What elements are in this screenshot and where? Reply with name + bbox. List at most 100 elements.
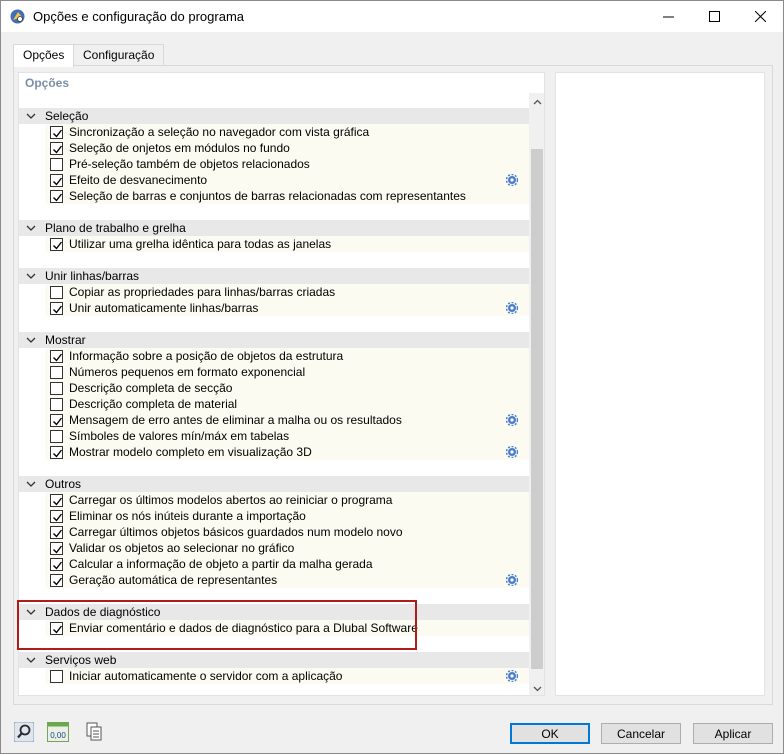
apply-button[interactable]: Aplicar	[693, 723, 773, 744]
checkbox[interactable]	[50, 670, 63, 683]
gear-icon[interactable]	[506, 302, 518, 314]
section-header[interactable]: Outros	[19, 476, 529, 492]
maximize-button[interactable]	[691, 1, 737, 32]
scroll-up-button[interactable]	[529, 93, 544, 110]
option-row[interactable]: Iniciar automaticamente o servidor com a…	[45, 668, 529, 684]
option-row[interactable]: Enviar comentário e dados de diagnóstico…	[45, 620, 529, 636]
copy-button[interactable]	[83, 721, 105, 743]
section-web-services: Serviços web Iniciar automaticamente o s…	[19, 652, 529, 684]
gear-icon[interactable]	[506, 414, 518, 426]
checkmark-icon	[53, 353, 63, 362]
option-row[interactable]: Informação sobre a posição de objetos da…	[45, 348, 529, 364]
option-row[interactable]: Seleção de barras e conjuntos de barras …	[45, 188, 529, 204]
option-row[interactable]: Descrição completa de material	[45, 396, 529, 412]
checkmark-icon	[53, 449, 63, 458]
option-row[interactable]: Símboles de valores mín/máx em tabelas	[45, 428, 529, 444]
vertical-scrollbar[interactable]	[529, 93, 544, 695]
option-row[interactable]: Geração automática de representantes	[45, 572, 529, 588]
option-row[interactable]: Calcular a informação de objeto a partir…	[45, 556, 529, 572]
option-row[interactable]: Seleção de onjetos em módulos no fundo	[45, 140, 529, 156]
cancel-button[interactable]: Cancelar	[601, 723, 681, 744]
minimize-icon	[662, 16, 674, 18]
section-header[interactable]: Dados de diagnóstico	[19, 604, 529, 620]
checkmark-icon	[53, 625, 63, 634]
option-label: Informação sobre a posição de objetos da…	[69, 349, 344, 363]
checkbox[interactable]	[50, 190, 63, 203]
checkbox[interactable]	[50, 414, 63, 427]
tab-configuration-label: Configuração	[83, 48, 155, 62]
checkbox[interactable]	[50, 430, 63, 443]
checkbox[interactable]	[50, 174, 63, 187]
units-button[interactable]: 0,00	[47, 721, 69, 743]
gear-icon[interactable]	[506, 670, 518, 682]
option-row[interactable]: Eliminar os nós inúteis durante a import…	[45, 508, 529, 524]
gear-icon[interactable]	[506, 574, 518, 586]
option-row[interactable]: Copiar as propriedades para linhas/barra…	[45, 284, 529, 300]
checkbox[interactable]	[50, 302, 63, 315]
checkbox[interactable]	[50, 126, 63, 139]
option-label: Pré-seleção também de objetos relacionad…	[69, 157, 310, 171]
tab-options[interactable]: Opções	[13, 44, 75, 67]
section-diagnostics: Dados de diagnóstico Enviar comentário e…	[19, 604, 529, 636]
checkbox[interactable]	[50, 398, 63, 411]
checkmark-icon	[53, 497, 63, 506]
checkbox[interactable]	[50, 494, 63, 507]
checkbox[interactable]	[50, 142, 63, 155]
section-header[interactable]: Mostrar	[19, 332, 529, 348]
scroll-down-button[interactable]	[529, 680, 544, 695]
option-row[interactable]: Validar os objetos ao selecionar no gráf…	[45, 540, 529, 556]
section-header[interactable]: Serviços web	[19, 652, 529, 668]
checkbox[interactable]	[50, 350, 63, 363]
checkbox[interactable]	[50, 158, 63, 171]
scrollbar-thumb[interactable]	[531, 149, 543, 669]
checkmark-icon	[53, 177, 63, 186]
option-row[interactable]: Mostrar modelo completo em visualização …	[45, 444, 529, 460]
checkbox[interactable]	[50, 526, 63, 539]
section-header[interactable]: Unir linhas/barras	[19, 268, 529, 284]
checkbox[interactable]	[50, 238, 63, 251]
option-label: Validar os objetos ao selecionar no gráf…	[69, 541, 295, 555]
checkmark-icon	[53, 561, 63, 570]
section-label: Seleção	[45, 109, 89, 123]
title-bar: Opções e configuração do programa	[1, 1, 783, 32]
option-row[interactable]: Unir automaticamente linhas/barras	[45, 300, 529, 316]
option-row[interactable]: Utilizar uma grelha idêntica para todas …	[45, 236, 529, 252]
checkbox[interactable]	[50, 366, 63, 379]
gear-icon[interactable]	[506, 446, 518, 458]
checkbox[interactable]	[50, 542, 63, 555]
option-label: Copiar as propriedades para linhas/barra…	[69, 285, 336, 299]
options-dialog: Opções e configuração do programa Opções…	[0, 0, 784, 754]
ok-button[interactable]: OK	[510, 723, 590, 744]
copy-icon	[86, 722, 102, 741]
section-header[interactable]: Plano de trabalho e grelha	[19, 220, 529, 236]
option-label: Eliminar os nós inúteis durante a import…	[69, 509, 306, 523]
option-row[interactable]: Carregar últimos objetos básicos guardad…	[45, 524, 529, 540]
option-row[interactable]: Carregar os últimos modelos abertos ao r…	[45, 492, 529, 508]
checkbox[interactable]	[50, 286, 63, 299]
checkbox[interactable]	[50, 558, 63, 571]
maximize-icon	[708, 11, 720, 22]
close-button[interactable]	[737, 1, 783, 32]
checkbox[interactable]	[50, 382, 63, 395]
gear-icon[interactable]	[506, 174, 518, 186]
section-header[interactable]: Seleção	[19, 108, 529, 124]
section-join-lines: Unir linhas/barras Copiar as propriedade…	[19, 268, 529, 316]
option-label: Enviar comentário e dados de diagnóstico…	[69, 621, 418, 635]
option-row[interactable]: Números pequenos em formato exponencial	[45, 364, 529, 380]
tab-configuration[interactable]: Configuração	[73, 44, 165, 66]
option-row[interactable]: Sincronização a seleção no navegador com…	[45, 124, 529, 140]
checkbox[interactable]	[50, 622, 63, 635]
checkbox[interactable]	[50, 574, 63, 587]
checkbox[interactable]	[50, 446, 63, 459]
checkbox[interactable]	[50, 510, 63, 523]
checkmark-icon	[53, 417, 63, 426]
option-row[interactable]: Mensagem de erro antes de eliminar a mal…	[45, 412, 529, 428]
option-row[interactable]: Efeito de desvanecimento	[45, 172, 529, 188]
chevron-down-icon	[26, 113, 36, 119]
option-label: Utilizar uma grelha idêntica para todas …	[69, 237, 332, 251]
chevron-down-icon	[26, 225, 36, 231]
minimize-button[interactable]	[645, 1, 691, 32]
search-button[interactable]	[13, 721, 35, 743]
option-row[interactable]: Descrição completa de secção	[45, 380, 529, 396]
option-row[interactable]: Pré-seleção também de objetos relacionad…	[45, 156, 529, 172]
